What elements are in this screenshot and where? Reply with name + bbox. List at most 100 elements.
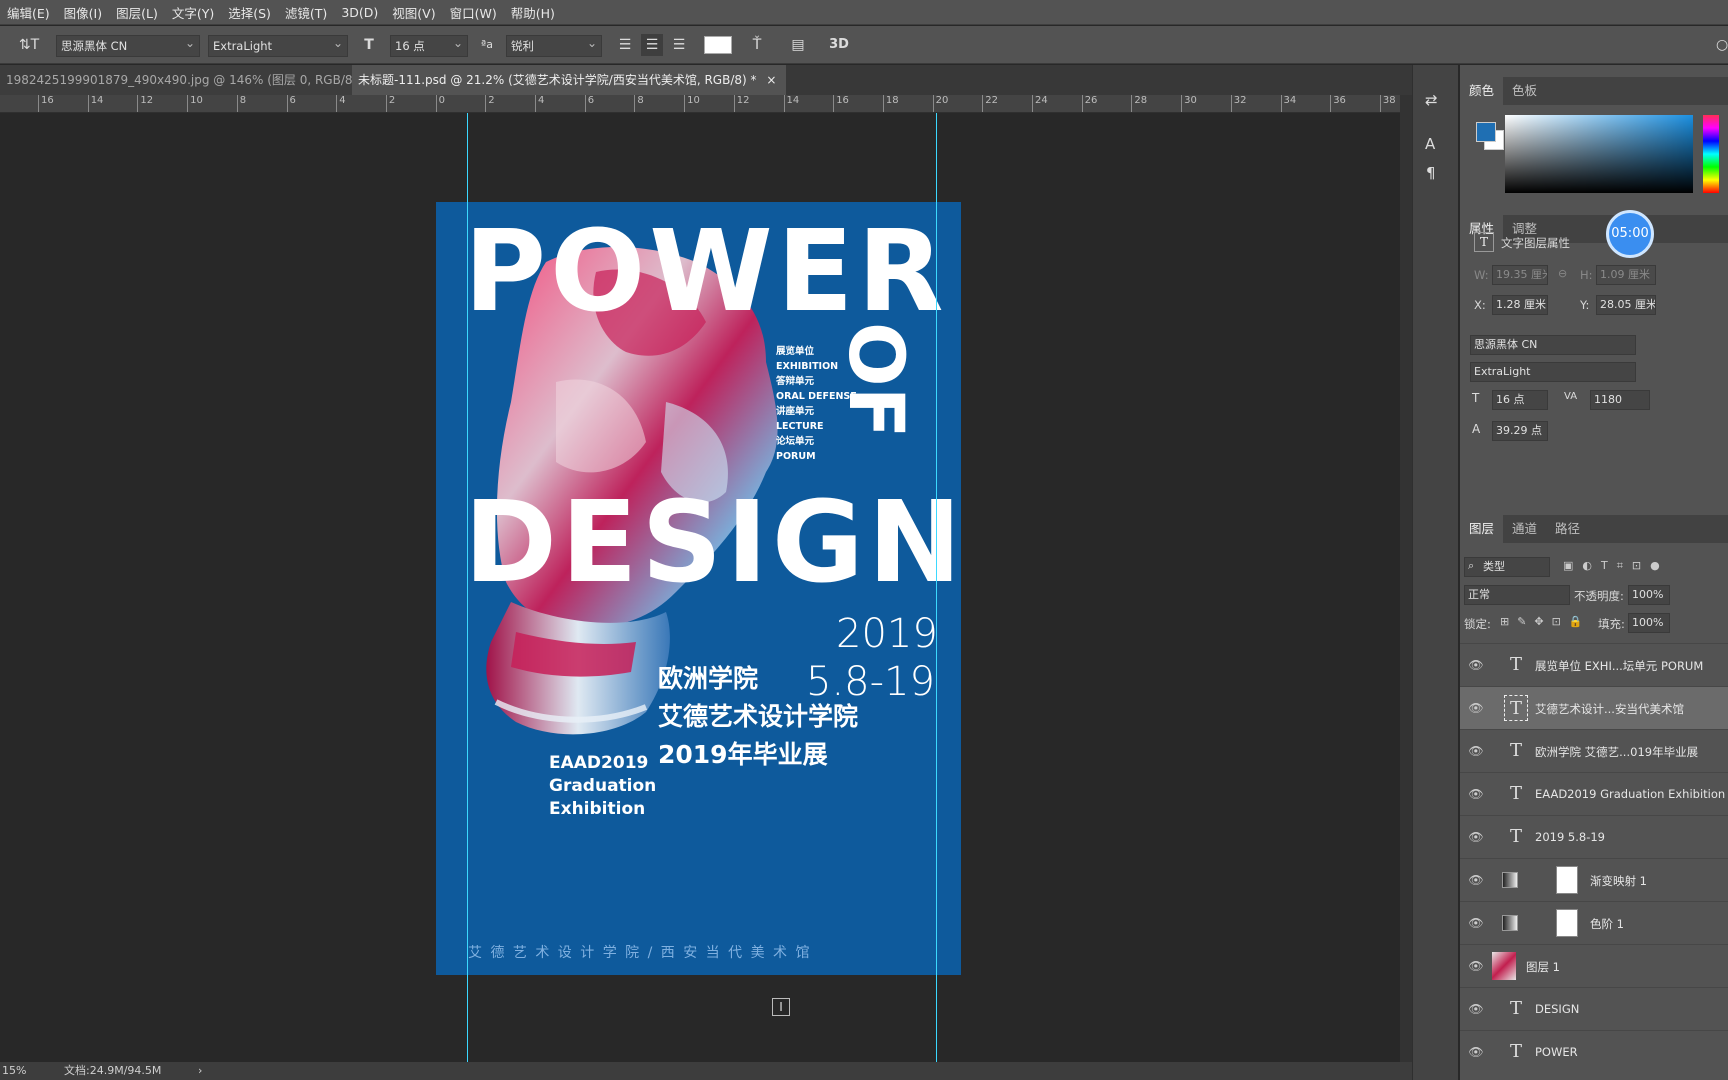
foreground-color-swatch[interactable] xyxy=(1476,122,1496,142)
lock-icons[interactable]: ⊞✎✥⊡🔒 xyxy=(1500,615,1591,628)
tab-color[interactable]: 颜色 xyxy=(1460,77,1504,105)
w-field[interactable]: 19.35 厘米 xyxy=(1492,265,1548,285)
visibility-eye-icon[interactable]: 👁 xyxy=(1468,743,1484,759)
text-orientation-icon[interactable]: ⇅T xyxy=(18,34,40,56)
tab-channels[interactable]: 通道 xyxy=(1503,515,1546,543)
menu-edit[interactable]: 编辑(E) xyxy=(0,3,57,22)
guide-left[interactable] xyxy=(467,113,468,1062)
character-panel-icon[interactable]: ▤ xyxy=(787,34,809,56)
prop-tracking[interactable]: 1180 xyxy=(1590,390,1650,410)
menubar: 编辑(E) 图像(I) 图层(L) 文字(Y) 选择(S) 滤镜(T) 3D(D… xyxy=(0,0,1728,25)
history-icon[interactable]: ⇄ xyxy=(1425,91,1438,109)
menu-select[interactable]: 选择(S) xyxy=(221,3,278,22)
prop-font-size[interactable]: 16 点 xyxy=(1492,390,1548,410)
y-field[interactable]: 28.05 厘米 xyxy=(1596,295,1656,315)
font-style-select[interactable]: ExtraLight xyxy=(208,35,348,57)
menu-filter[interactable]: 滤镜(T) xyxy=(278,3,334,22)
hue-slider[interactable] xyxy=(1703,115,1719,193)
color-picker-field[interactable] xyxy=(1505,115,1693,193)
poster-cn-block: 欧洲学院 艾德艺术设计学院 2019年毕业展 xyxy=(658,660,858,774)
prop-font-family[interactable]: 思源黑体 CN xyxy=(1470,335,1636,355)
poster-year: 2019 xyxy=(836,611,938,657)
fill-field[interactable]: 100% xyxy=(1628,613,1670,633)
type-layer-icon: T xyxy=(1474,232,1494,252)
tab-jpg[interactable]: 1982425199901879_490x490.jpg @ 146% (图层 … xyxy=(0,65,377,95)
h-label: H: xyxy=(1580,268,1593,282)
layer-mask-thumbnail[interactable] xyxy=(1556,909,1578,937)
blend-mode-select[interactable]: 正常 xyxy=(1464,585,1570,605)
antialias-select[interactable]: 锐利 xyxy=(506,35,602,57)
color-panel-tabs: 颜色 色板 xyxy=(1460,77,1728,105)
menu-view[interactable]: 视图(V) xyxy=(385,3,442,22)
layer-filter-select[interactable]: 类型 xyxy=(1464,557,1550,577)
prop-leading[interactable]: 39.29 点 xyxy=(1492,421,1548,441)
h-field[interactable]: 1.09 厘米 xyxy=(1596,265,1656,285)
poster-en-block: EAAD2019 Graduation Exhibition xyxy=(549,752,656,821)
layer-row[interactable]: 👁 T 艾德艺术设计...安当代美术馆 xyxy=(1460,686,1728,729)
paragraph-icon[interactable]: ¶ xyxy=(1426,164,1436,182)
visibility-eye-icon[interactable]: 👁 xyxy=(1468,657,1484,673)
link-icon[interactable]: ⊖ xyxy=(1558,267,1567,280)
menu-window[interactable]: 窗口(W) xyxy=(443,3,504,22)
visibility-eye-icon[interactable]: 👁 xyxy=(1468,1044,1484,1060)
layer-row[interactable]: 👁 T 2019 5.8-19 xyxy=(1460,815,1728,858)
layer-row[interactable]: 👁 T 欧洲学院 艾德艺...019年毕业展 xyxy=(1460,729,1728,772)
layer-row[interactable]: 👁 T DESIGN xyxy=(1460,987,1728,1030)
image-thumbnail[interactable] xyxy=(1492,952,1516,980)
ruler-tick: 0 xyxy=(435,95,445,112)
search-icon[interactable]: ○ xyxy=(1716,34,1728,56)
tab-paths[interactable]: 路径 xyxy=(1546,515,1589,543)
visibility-eye-icon[interactable]: 👁 xyxy=(1468,915,1484,931)
visibility-eye-icon[interactable]: 👁 xyxy=(1468,872,1484,888)
3d-button[interactable]: 3D xyxy=(826,34,852,56)
font-size-select[interactable]: 16 点 xyxy=(390,35,468,57)
canvas-area[interactable]: POWER OF DESIGN 展览单位 EXHIBITION 答辩单元 ORA… xyxy=(0,113,1400,1062)
layer-mask-thumbnail[interactable] xyxy=(1556,866,1578,894)
align-left-icon[interactable]: ☰ xyxy=(614,34,636,56)
menu-image[interactable]: 图像(I) xyxy=(57,3,109,22)
tab-psd[interactable]: 未标题-111.psd @ 21.2% (艾德艺术设计学院/西安当代美术馆, R… xyxy=(352,65,786,95)
w-label: W: xyxy=(1474,268,1489,282)
ruler-tick: 28 xyxy=(1131,95,1147,112)
text-color-swatch[interactable] xyxy=(704,36,732,54)
vertical-scrollbar[interactable] xyxy=(1400,95,1412,1062)
menu-help[interactable]: 帮助(H) xyxy=(504,3,562,22)
en-line: Graduation xyxy=(549,776,657,796)
visibility-eye-icon[interactable]: 👁 xyxy=(1468,1001,1484,1017)
text-layer-icon: T xyxy=(1509,783,1522,804)
y-label: Y: xyxy=(1580,298,1590,312)
close-icon[interactable]: × xyxy=(766,73,776,87)
status-arrow-icon[interactable]: › xyxy=(198,1062,202,1080)
guide-right[interactable] xyxy=(936,113,937,1062)
poster-footer: 艾 德 艺 术 设 计 学 院 / 西 安 当 代 美 术 馆 xyxy=(468,945,812,961)
visibility-eye-icon[interactable]: 👁 xyxy=(1468,958,1484,974)
layer-row[interactable]: 👁 图层 1 xyxy=(1460,944,1728,987)
character-icon[interactable]: A xyxy=(1425,135,1435,153)
zoom-level[interactable]: 15% xyxy=(2,1062,26,1080)
visibility-eye-icon[interactable]: 👁 xyxy=(1468,829,1484,845)
prop-font-style[interactable]: ExtraLight xyxy=(1470,362,1636,382)
layer-row[interactable]: 👁 T 展览单位 EXHI...坛单元 PORUM xyxy=(1460,643,1728,686)
layer-row[interactable]: 👁 色阶 1 xyxy=(1460,901,1728,944)
layer-row[interactable]: 👁 渐变映射 1 xyxy=(1460,858,1728,901)
menu-type[interactable]: 文字(Y) xyxy=(165,3,221,22)
menu-3d[interactable]: 3D(D) xyxy=(334,5,385,20)
right-panels: 颜色 色板 05:00 属性 调整 T 文字图层属性 W: 19.35 厘米 ⊖… xyxy=(1460,65,1728,1080)
cn-line: 2019年毕业展 xyxy=(658,740,828,769)
layer-name: EAAD2019 Graduation Exhibition xyxy=(1535,787,1726,801)
menu-layer[interactable]: 图层(L) xyxy=(109,3,165,22)
tab-layers[interactable]: 图层 xyxy=(1460,515,1504,543)
layer-row[interactable]: 👁 T POWER xyxy=(1460,1030,1728,1073)
tab-swatches[interactable]: 色板 xyxy=(1503,77,1546,105)
visibility-eye-icon[interactable]: 👁 xyxy=(1468,786,1484,802)
x-field[interactable]: 1.28 厘米 xyxy=(1492,295,1548,315)
layer-filter-icons[interactable]: ▣◐T⌗⊡● xyxy=(1563,559,1669,573)
layer-row[interactable]: 👁 T EAAD2019 Graduation Exhibition xyxy=(1460,772,1728,815)
align-right-icon[interactable]: ☰ xyxy=(668,34,690,56)
align-center-icon[interactable]: ☰ xyxy=(641,34,663,56)
opacity-field[interactable]: 100% xyxy=(1628,585,1670,605)
font-family-select[interactable]: 思源黑体 CN xyxy=(56,35,200,57)
warp-text-icon[interactable]: Ť xyxy=(746,34,768,56)
poster[interactable]: POWER OF DESIGN 展览单位 EXHIBITION 答辩单元 ORA… xyxy=(436,202,961,975)
visibility-eye-icon[interactable]: 👁 xyxy=(1468,700,1484,716)
